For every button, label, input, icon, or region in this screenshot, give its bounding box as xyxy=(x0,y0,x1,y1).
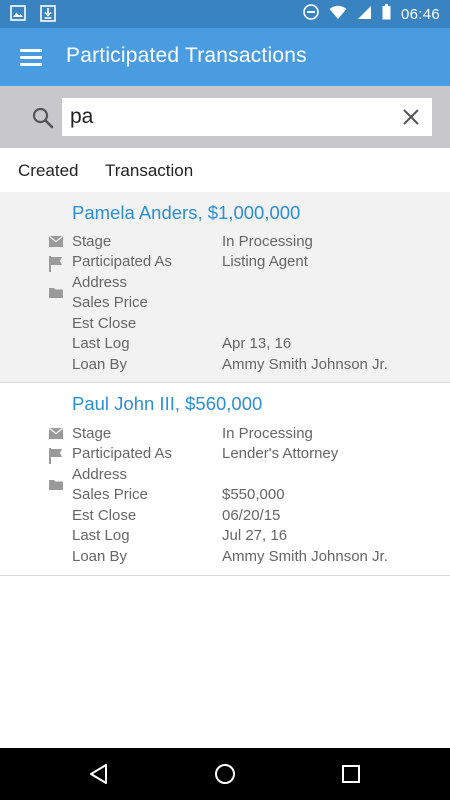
field-value-participated-as: Listing Agent xyxy=(222,253,308,270)
field-label-sales-price: Sales Price xyxy=(72,294,148,311)
app-bar: Participated Transactions xyxy=(0,28,450,86)
flag-icon xyxy=(49,256,63,277)
field-value-loan-by: Ammy Smith Johnson Jr. xyxy=(222,548,388,565)
sort-created[interactable]: Created xyxy=(18,161,78,181)
search-input[interactable] xyxy=(70,102,390,132)
status-time: 06:46 xyxy=(400,5,440,23)
folder-icon xyxy=(49,477,63,495)
recents-icon[interactable] xyxy=(339,762,363,786)
close-icon[interactable] xyxy=(402,108,420,126)
wifi-icon xyxy=(329,5,347,24)
mail-icon xyxy=(49,426,63,444)
field-value-stage: In Processing xyxy=(222,233,313,250)
field-label-address: Address xyxy=(72,466,128,483)
search-bar xyxy=(0,86,450,148)
hamburger-menu-icon[interactable] xyxy=(20,47,42,67)
flag-icon xyxy=(49,448,63,469)
field-label-last-log: Last Log xyxy=(72,527,130,544)
field-value-last-log: Jul 27, 16 xyxy=(222,527,288,544)
sort-transaction[interactable]: Transaction xyxy=(105,161,193,181)
image-icon xyxy=(10,5,26,27)
field-value-est-close: 06/20/15 xyxy=(222,507,281,524)
signal-icon xyxy=(357,5,372,24)
field-value-participated-as: Lender's Attorney xyxy=(222,445,339,462)
field-label-stage: Stage xyxy=(72,233,112,250)
field-label-participated-as: Participated As xyxy=(72,253,173,270)
transaction-title[interactable]: Pamela Anders, $1,000,000 xyxy=(72,202,300,224)
download-icon xyxy=(40,5,56,27)
field-label-stage: Stage xyxy=(72,425,112,442)
navigation-bar xyxy=(0,748,450,800)
field-label-participated-as: Participated As xyxy=(72,445,173,462)
field-value-sales-price: $550,000 xyxy=(222,486,285,503)
status-bar: 06:46 xyxy=(0,0,450,28)
field-value-stage: In Processing xyxy=(222,425,313,442)
transaction-title[interactable]: Paul John III, $560,000 xyxy=(72,393,262,415)
field-label-loan-by: Loan By xyxy=(72,356,128,373)
back-icon[interactable] xyxy=(87,762,111,786)
field-label-last-log: Last Log xyxy=(72,335,130,352)
field-label-est-close: Est Close xyxy=(72,315,137,332)
folder-icon xyxy=(49,285,63,303)
transaction-list: Pamela Anders, $1,000,000 Stage In Proce… xyxy=(0,192,450,576)
page-title: Participated Transactions xyxy=(66,44,307,67)
battery-icon xyxy=(382,4,391,24)
transaction-card[interactable]: Pamela Anders, $1,000,000 Stage In Proce… xyxy=(0,192,450,383)
field-label-sales-price: Sales Price xyxy=(72,486,148,503)
field-label-est-close: Est Close xyxy=(72,507,137,524)
transaction-card[interactable]: Paul John III, $560,000 Stage In Process… xyxy=(0,383,450,576)
field-value-loan-by: Ammy Smith Johnson Jr. xyxy=(222,356,388,373)
field-value-last-log: Apr 13, 16 xyxy=(222,335,292,352)
do-not-disturb-icon xyxy=(303,4,319,24)
field-label-loan-by: Loan By xyxy=(72,548,128,565)
search-box xyxy=(62,98,432,136)
mail-icon xyxy=(49,234,63,252)
search-icon[interactable] xyxy=(32,107,54,129)
sort-bar: Created Transaction xyxy=(0,148,450,192)
home-icon[interactable] xyxy=(213,762,237,786)
field-label-address: Address xyxy=(72,274,128,291)
